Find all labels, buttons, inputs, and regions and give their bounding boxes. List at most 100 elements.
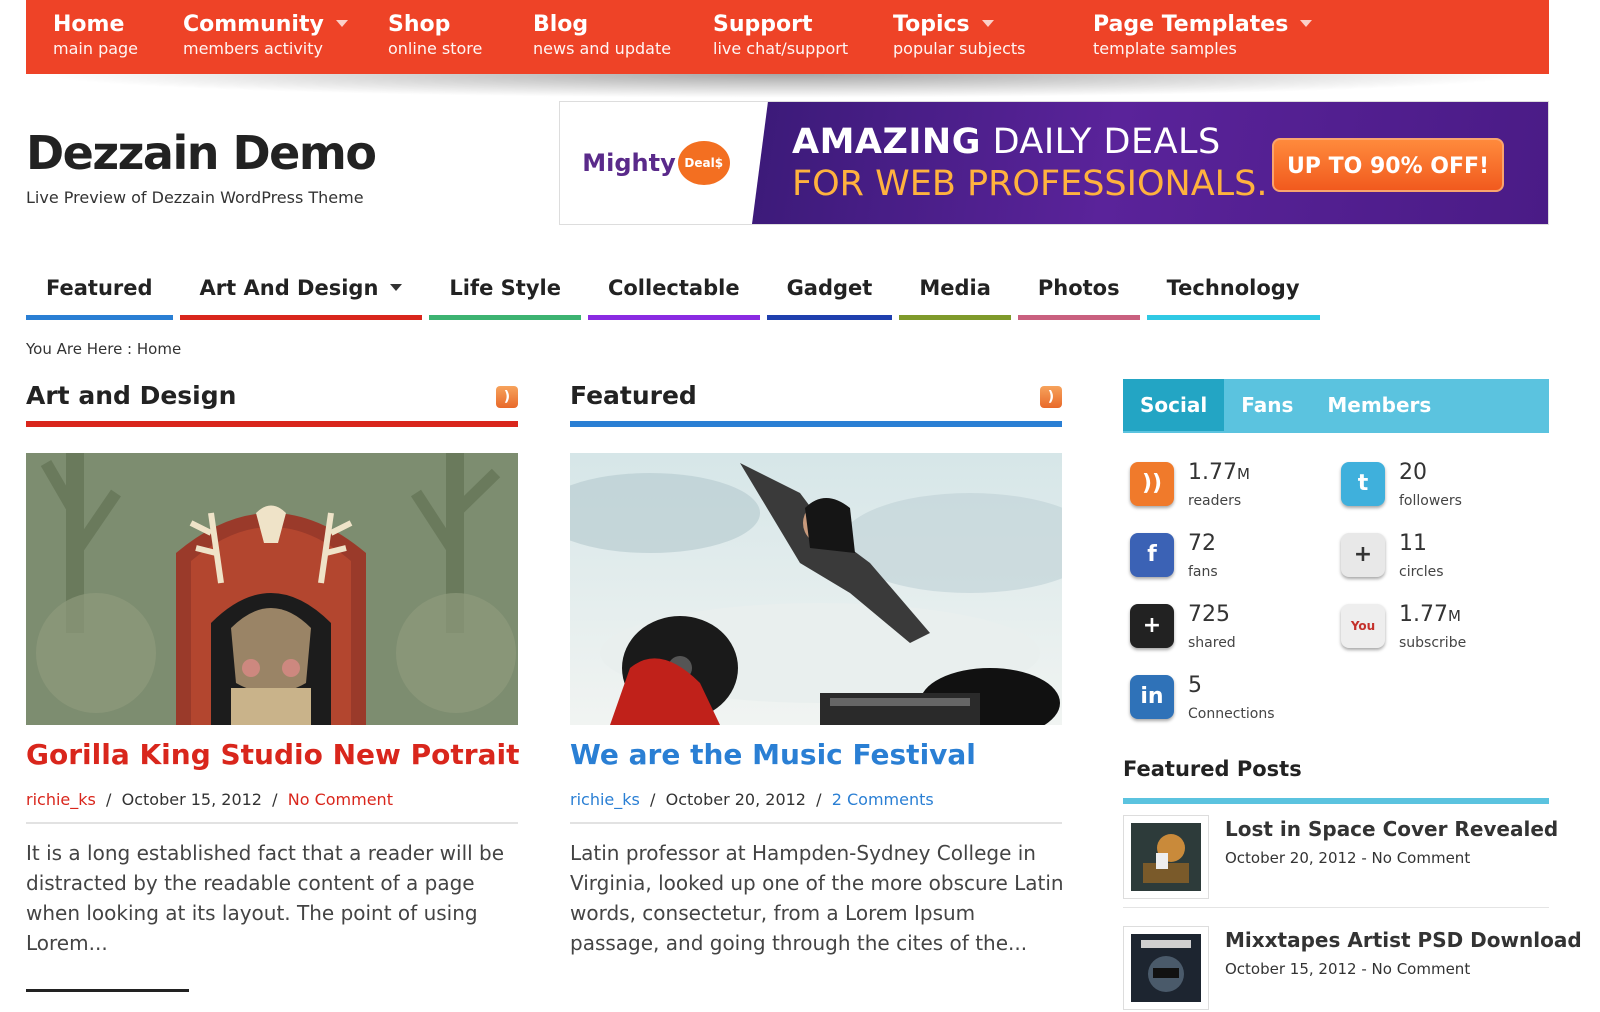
featured-post-thumbnail[interactable] (1123, 926, 1209, 1010)
linkedin-icon: in (1130, 675, 1174, 719)
featured-post-thumbnail[interactable] (1123, 815, 1209, 899)
post-title[interactable]: We are the Music Festival (570, 738, 976, 771)
sidebar-tabs: Social Fans Members (1123, 379, 1549, 433)
google-circles-icon: + (1341, 533, 1385, 577)
banner-ad[interactable]: Mighty Deal$ AMAZING DAILY DEALS FOR WEB… (559, 101, 1549, 225)
post-author[interactable]: richie_ks (26, 790, 96, 809)
topnav-item-community[interactable]: Community members activity (183, 0, 388, 74)
meta-separator: / (267, 790, 283, 809)
featured-post-title[interactable]: Lost in Space Cover Revealed (1225, 817, 1558, 841)
banner-cta-button[interactable]: UP TO 90% OFF! (1272, 138, 1504, 192)
chevron-down-icon (1300, 20, 1313, 27)
post-image-music-festival[interactable] (570, 453, 1062, 725)
post-divider (570, 822, 1062, 824)
topnav-subtitle: template samples (1093, 39, 1237, 58)
category-technology[interactable]: Technology (1146, 268, 1320, 320)
social-counter-facebook[interactable]: f 72 fans (1130, 531, 1330, 591)
social-count: 20 (1399, 460, 1427, 485)
banner-logo-badge: Deal$ (677, 141, 730, 185)
banner-main: AMAZING DAILY DEALS FOR WEB PROFESSIONAL… (752, 102, 1548, 224)
banner-logo-text: Mighty (582, 149, 676, 177)
category-label: Featured (46, 276, 153, 300)
banner-logo: Mighty Deal$ (560, 102, 752, 224)
breadcrumb-current[interactable]: Home (137, 340, 181, 358)
rss-icon[interactable]: ) (1040, 386, 1062, 408)
column-header: Featured ) (570, 378, 1062, 428)
social-count: 1.77 (1399, 602, 1448, 627)
twitter-icon: t (1341, 462, 1385, 506)
banner-subheadline: FOR WEB PROFESSIONALS. (792, 164, 1268, 204)
section-rule (26, 989, 189, 992)
topnav-item-blog[interactable]: Blog news and update (533, 0, 713, 74)
topnav-item-shop[interactable]: Shop online store (388, 0, 533, 74)
category-photos[interactable]: Photos (1017, 268, 1140, 320)
category-art-and-design[interactable]: Art And Design (179, 268, 423, 320)
site-tagline: Live Preview of Dezzain WordPress Theme (26, 188, 364, 207)
category-collectable[interactable]: Collectable (587, 268, 760, 320)
post-author[interactable]: richie_ks (570, 790, 640, 809)
topnav-title: Page Templates (1093, 12, 1289, 37)
post-comments[interactable]: No Comment (288, 790, 393, 809)
meta-separator: / (100, 790, 117, 809)
social-counter-google-circles[interactable]: + 11 circles (1341, 531, 1541, 591)
featured-post-meta: October 20, 2012 - No Comment (1225, 849, 1471, 867)
column-art-and-design: Art and Design ) Gorilla King Studio New… (26, 378, 519, 978)
banner-headline-bold: AMAZING (792, 122, 981, 162)
featured-post-item[interactable]: Lost in Space Cover Revealed October 20,… (1123, 815, 1558, 901)
social-counter-google-share[interactable]: + 725 shared (1130, 602, 1330, 662)
category-label: Collectable (607, 276, 740, 300)
breadcrumb: You Are Here : Home (26, 340, 181, 358)
category-media[interactable]: Media (899, 268, 1011, 320)
topnav-subtitle: main page (53, 39, 139, 58)
featured-posts-title: Featured Posts (1123, 757, 1302, 781)
column-featured: Featured ) We are the Music Festival ric… (570, 378, 1064, 978)
topnav-subtitle: popular subjects (893, 39, 1026, 58)
meta-separator: / (644, 790, 661, 809)
tab-members[interactable]: Members (1310, 379, 1448, 431)
topnav-title: Community (183, 12, 324, 37)
topnav-title: Shop (388, 12, 451, 37)
social-counter-linkedin[interactable]: in 5 Connections (1130, 673, 1330, 733)
mixxtapes-cover-image (1131, 934, 1201, 1002)
social-count: 11 (1399, 531, 1427, 556)
social-count: 5 (1188, 673, 1202, 698)
category-life-style[interactable]: Life Style (429, 268, 581, 320)
category-label: Life Style (449, 276, 561, 300)
topnav-item-topics[interactable]: Topics popular subjects (893, 0, 1093, 74)
topnav-title: Blog (533, 12, 589, 37)
social-label: followers (1399, 493, 1462, 509)
tab-fans[interactable]: Fans (1224, 379, 1310, 431)
post-meta: richie_ks / October 15, 2012 / No Commen… (26, 790, 393, 809)
social-count: 1.77 (1188, 460, 1237, 485)
tab-social[interactable]: Social (1123, 379, 1225, 431)
column-title[interactable]: Art and Design (26, 378, 518, 414)
chevron-down-icon (390, 284, 403, 291)
topnav-item-home[interactable]: Home main page (53, 0, 183, 74)
category-featured[interactable]: Featured (26, 268, 173, 320)
post-comments[interactable]: 2 Comments (832, 790, 934, 809)
topnav-item-page-templates[interactable]: Page Templates template samples (1093, 0, 1313, 74)
rss-icon: )) (1130, 462, 1174, 506)
column-title[interactable]: Featured (570, 378, 1062, 414)
rss-icon[interactable]: ) (496, 386, 518, 408)
category-gadget[interactable]: Gadget (766, 268, 893, 320)
banner-headline: AMAZING DAILY DEALS (792, 122, 1221, 162)
facebook-icon: f (1130, 533, 1174, 577)
topnav-title: Support (713, 12, 813, 37)
social-counter-youtube[interactable]: You 1.77M subscribe (1341, 602, 1541, 662)
post-image-gorilla-king[interactable] (26, 453, 518, 725)
social-counter-rss[interactable]: )) 1.77M readers (1130, 460, 1330, 520)
site-title[interactable]: Dezzain Demo (26, 126, 377, 180)
post-title[interactable]: Gorilla King Studio New Potrait (26, 738, 519, 771)
column-rule (570, 421, 1062, 427)
meta-separator: / (811, 790, 827, 809)
top-navigation: Home main page Community members activit… (26, 0, 1549, 74)
featured-post-item[interactable]: Mixxtapes Artist PSD Download October 15… (1123, 926, 1582, 1012)
social-counter-twitter[interactable]: t 20 followers (1341, 460, 1541, 520)
social-label: circles (1399, 564, 1444, 580)
featured-post-title[interactable]: Mixxtapes Artist PSD Download (1225, 928, 1582, 952)
social-label: subscribe (1399, 635, 1467, 651)
nav-shadow (36, 74, 1536, 98)
category-label: Technology (1166, 276, 1300, 300)
topnav-item-support[interactable]: Support live chat/support (713, 0, 893, 74)
